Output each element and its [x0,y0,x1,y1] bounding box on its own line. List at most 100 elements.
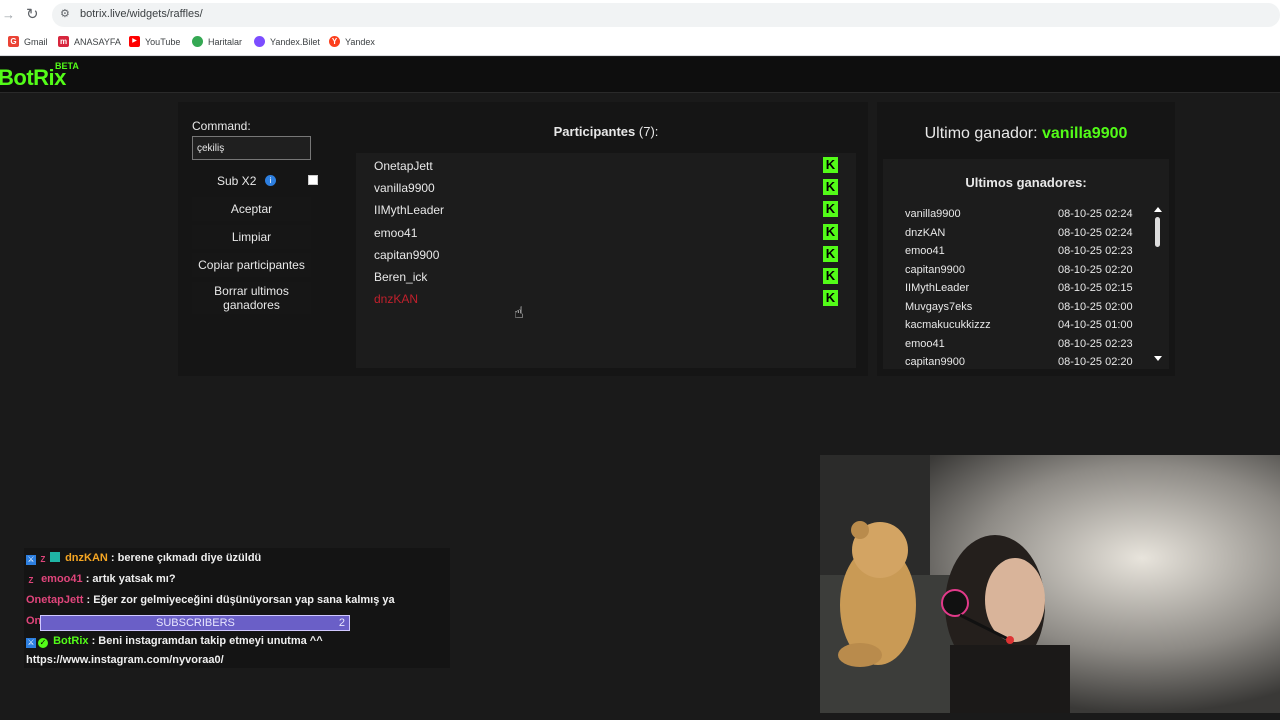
participant-row-winner: dnzKAN K [374,288,844,310]
winner-row: capitan9900 08-10-25 02:20 [905,264,1133,276]
bookmark-yandex[interactable]: Y Yandex [329,36,375,47]
chat-message: ⚔ ✓ BotRix : Beni instagramdan takip etme… [26,635,323,648]
chat-message: Z emoo41 : artık yatsak mı? [26,573,176,586]
z-badge-icon: Z [40,555,46,564]
chat-link[interactable]: https://www.instagram.com/nyvoraa0/ [26,654,224,666]
sub-x2-row: Sub X2 i [192,172,322,190]
chat-text: : artık yatsak mı? [85,573,176,585]
scroll-up-icon[interactable] [1154,207,1162,212]
participant-row: Beren_ick K [374,266,844,288]
participant-row: emoo41 K [374,222,844,244]
scroll-down-icon[interactable] [1154,356,1162,361]
winner-row: capitan9900 08-10-25 02:20 [905,356,1133,368]
participant-row: IIMythLeader K [374,199,844,221]
kick-icon[interactable]: K [823,179,838,195]
bookmark-gmail[interactable]: G Gmail [8,36,48,47]
kick-icon[interactable]: K [823,157,838,173]
winners-scrollbar[interactable] [1153,207,1163,365]
participant-name: capitan9900 [374,248,440,262]
winner-row: dnzKAN 08-10-25 02:24 [905,227,1133,239]
reload-icon[interactable]: ↻ [26,5,42,23]
url-field[interactable] [52,3,1280,27]
moderator-badge-icon: ⚔ [26,638,36,648]
webcam-feed [820,455,1280,713]
participants-title: Participantes (7): [553,124,659,139]
sub-x2-checkbox[interactable] [308,175,318,185]
bookmark-youtube[interactable]: ▶ YouTube [129,36,180,47]
chat-text: : berene çıkmadı diye üzüldü [110,552,262,564]
z-badge-icon: Z [28,576,34,585]
bookmark-anasayfa[interactable]: m ANASAYFA [58,36,121,47]
winner-row: vanilla9900 08-10-25 02:24 [905,208,1133,220]
chat-username[interactable]: OnetapJett [26,594,83,606]
copy-participants-button[interactable]: Copiar participantes [192,253,311,277]
bookmark-yandex-bilet[interactable]: Yandex.Bilet [254,36,320,47]
last-winner-name: vanilla9900 [1042,125,1128,142]
delete-label-line2: ganadores [223,298,280,312]
participant-row: vanilla9900 K [374,177,844,199]
participants-list: OnetapJett K vanilla9900 K IIMythLeader K e… [356,153,856,368]
subscribers-count: 2 [338,617,345,629]
kick-icon[interactable]: K [823,268,838,284]
command-input[interactable] [192,136,311,160]
participant-name-winner: dnzKAN [374,292,419,306]
chat-message: OnetapJett : Eğer zor gelmiyeceğini düşü… [26,594,395,606]
bookmark-haritalar[interactable]: Haritalar [192,36,242,47]
kick-icon[interactable]: K [823,224,838,240]
participants-count: (7): [638,124,659,139]
headphones [941,589,969,617]
participant-name: IIMythLeader [374,203,445,217]
subscribers-goal-bar: SUBSCRIBERS 2 [40,615,350,631]
winners-list: Ultimos ganadores: vanilla9900 08-10-25 0… [883,159,1169,369]
app-header: BotRix BETA [0,57,1280,93]
site-settings-icon[interactable]: ⚙ [60,7,74,21]
participant-row: OnetapJett K [374,155,844,177]
kick-icon[interactable]: K [823,290,838,306]
participant-name: emoo41 [374,226,418,240]
bookmarks-bar: G Gmail m ANASAYFA ▶ YouTube Haritalar Yand… [0,30,1280,56]
beta-badge: BETA [55,61,79,71]
winner-row: kacmakucukkizzz 04-10-25 01:00 [905,319,1133,331]
info-icon[interactable]: i [265,175,276,186]
winner-row: IIMythLeader 08-10-25 02:15 [905,282,1133,294]
delete-label-line1: Borrar ultimos [214,284,289,298]
hand-cursor-icon: ☝ [514,305,524,322]
yandex-icon: Y [329,36,340,47]
chat-message: ⚔ Z dnzKAN : berene çıkmadı diye üzüldü [26,552,261,565]
maps-icon [192,36,203,47]
chat-text: : Eğer zor gelmiyeceğini düşünüyorsan ya… [86,594,395,606]
gmail-icon: G [8,36,19,47]
chat-username[interactable]: emoo41 [41,573,83,585]
winner-row: Muvgays7eks 08-10-25 02:00 [905,301,1133,313]
participant-row: capitan9900 K [374,244,844,266]
webcam-image [820,455,1280,713]
anasayfa-icon: m [58,36,69,47]
subscribers-label: SUBSCRIBERS [156,617,235,629]
last-winner: Ultimo ganador: vanilla9900 [877,125,1175,143]
clear-button[interactable]: Limpiar [192,225,311,249]
chat-text: : Beni instagramdan takip etmeyi unutma … [91,635,323,647]
participant-name: OnetapJett [374,159,433,173]
browser-address-bar: → ↻ ⚙ botrix.live/widgets/raffles/ [0,0,1280,30]
url-text[interactable]: botrix.live/widgets/raffles/ [80,8,203,20]
moderator-badge-icon: ⚔ [26,555,36,565]
command-label: Command: [192,119,251,133]
forward-arrow-icon[interactable]: → [2,7,15,23]
yandex-bilet-icon [254,36,265,47]
youtube-icon: ▶ [129,36,140,47]
chat-username[interactable]: BotRix [53,635,88,647]
sub-x2-label: Sub X2 [217,174,257,188]
last-winner-label: Ultimo ganador: [924,125,1038,142]
scroll-thumb[interactable] [1155,217,1160,247]
streamer-face [985,558,1045,642]
verified-badge-icon: ✓ [38,638,48,648]
kick-icon[interactable]: K [823,246,838,262]
accept-button[interactable]: Aceptar [192,197,311,221]
winner-row: emoo41 08-10-25 02:23 [905,245,1133,257]
participant-name: vanilla9900 [374,181,435,195]
winner-row: emoo41 08-10-25 02:23 [905,338,1133,350]
chat-username[interactable]: dnzKAN [65,552,108,564]
delete-last-winners-button[interactable]: Borrar ultimos ganadores [192,282,311,314]
stream-chat-overlay: ⚔ Z dnzKAN : berene çıkmadı diye üzüldü Z… [24,548,450,668]
kick-icon[interactable]: K [823,201,838,217]
